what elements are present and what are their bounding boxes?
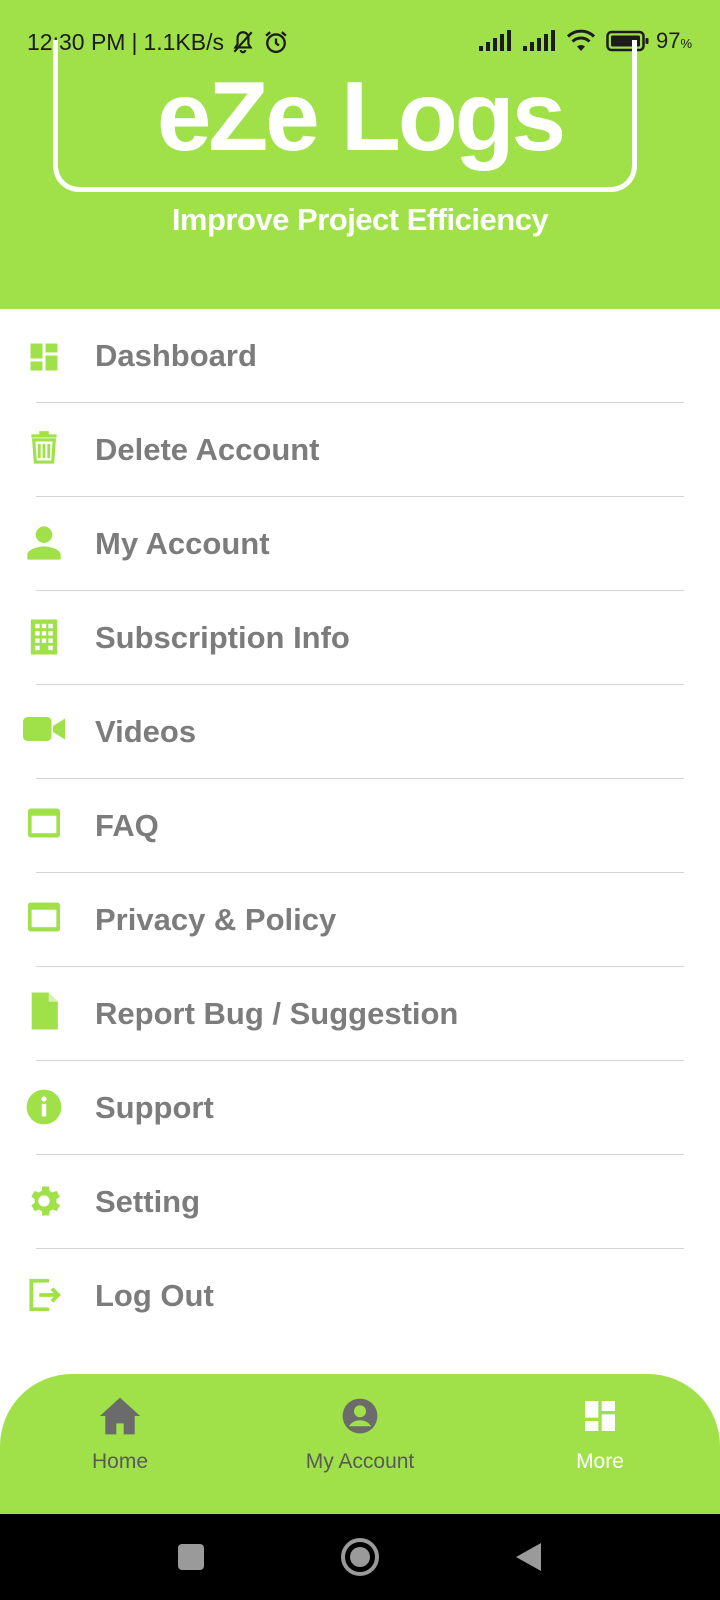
home-icon — [96, 1392, 144, 1440]
dashboard-icon — [576, 1392, 624, 1440]
account-circle-icon — [336, 1392, 384, 1440]
system-navigation-bar — [0, 1514, 720, 1600]
menu-item-label: Report Bug / Suggestion — [95, 996, 459, 1031]
video-camera-icon — [22, 707, 66, 751]
app-logo: eZe Logs — [156, 61, 566, 171]
menu-item-support[interactable]: Support — [0, 1061, 720, 1155]
building-icon — [22, 615, 66, 659]
web-window-icon — [22, 801, 66, 845]
nav-label: More — [576, 1450, 624, 1473]
web-window-icon — [22, 895, 66, 939]
menu-item-label: My Account — [95, 526, 270, 561]
menu-item-faq[interactable]: FAQ — [0, 779, 720, 873]
menu-item-label: Privacy & Policy — [95, 902, 337, 937]
menu-item-setting[interactable]: Setting — [0, 1155, 720, 1249]
menu-item-videos[interactable]: Videos — [0, 685, 720, 779]
trash-icon — [22, 425, 66, 469]
menu-item-log-out[interactable]: Log Out — [0, 1249, 720, 1343]
menu-item-label: Delete Account — [95, 432, 320, 467]
menu-item-label: Log Out — [95, 1278, 214, 1313]
menu-item-dashboard[interactable]: Dashboard — [0, 309, 720, 403]
battery-level: 97% — [656, 28, 692, 54]
square-icon — [178, 1544, 204, 1570]
document-icon — [22, 989, 66, 1033]
triangle-back-icon — [516, 1543, 541, 1571]
bottom-navigation: Home My Account More — [0, 1374, 720, 1514]
home-system-button[interactable] — [339, 1536, 381, 1578]
logo-tagline: Improve Project Efficiency — [171, 202, 549, 237]
menu-item-label: Setting — [95, 1184, 201, 1219]
menu-item-privacy-policy[interactable]: Privacy & Policy — [0, 873, 720, 967]
circle-icon — [341, 1538, 379, 1576]
info-icon — [22, 1085, 66, 1129]
app-header: 12:30 PM | 1.1KB/s 97% eZe Logs Improve … — [0, 0, 720, 309]
menu-item-my-account[interactable]: My Account — [0, 497, 720, 591]
nav-label: My Account — [305, 1450, 415, 1473]
nav-more[interactable]: More — [500, 1392, 700, 1492]
recents-button[interactable] — [170, 1536, 212, 1578]
menu-item-label: Videos — [95, 714, 197, 749]
nav-home[interactable]: Home — [20, 1392, 220, 1492]
nav-label: Home — [91, 1450, 149, 1473]
gear-icon — [22, 1179, 66, 1223]
logout-icon — [22, 1273, 66, 1317]
menu-item-label: Dashboard — [95, 338, 257, 373]
dashboard-icon — [22, 335, 66, 379]
back-button[interactable] — [507, 1536, 549, 1578]
nav-my-account[interactable]: My Account — [260, 1392, 460, 1492]
menu-item-subscription-info[interactable]: Subscription Info — [0, 591, 720, 685]
menu-item-label: Support — [95, 1090, 214, 1125]
menu-item-delete-account[interactable]: Delete Account — [0, 403, 720, 497]
battery-percent: 97 — [655, 28, 681, 53]
menu-item-label: FAQ — [95, 808, 159, 843]
battery-unit: % — [680, 36, 692, 51]
person-icon — [22, 521, 66, 565]
menu-item-label: Subscription Info — [95, 620, 350, 655]
menu-item-report-bug[interactable]: Report Bug / Suggestion — [0, 967, 720, 1061]
